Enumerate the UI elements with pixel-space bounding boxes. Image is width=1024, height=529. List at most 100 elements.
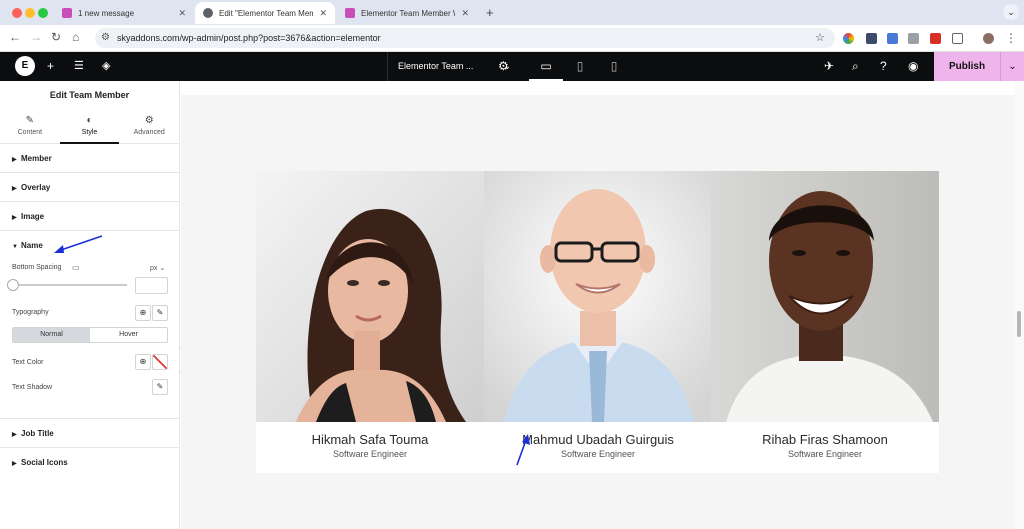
- browser-address-bar: ← → ↻ ⌂ ⚙ skyaddons.com/wp-admin/post.ph…: [0, 25, 1024, 52]
- scrollbar-thumb[interactable]: [1017, 311, 1021, 337]
- site-settings-icon[interactable]: ⚙: [101, 28, 110, 48]
- help-icon[interactable]: ?: [880, 59, 887, 73]
- site-favicon-icon: [62, 8, 72, 18]
- annotation-arrow-icon: [516, 434, 530, 466]
- site-settings-sliders-icon[interactable]: ☰: [74, 59, 84, 72]
- tab-search-chevron-icon[interactable]: ⌄: [1003, 4, 1019, 20]
- section-label: Social Icons: [21, 458, 68, 467]
- bookmark-star-icon[interactable]: ☆: [815, 28, 825, 48]
- desktop-view-icon[interactable]: ▭: [529, 52, 563, 81]
- color-picker-swatch[interactable]: [152, 354, 168, 370]
- bottom-spacing-slider-track[interactable]: [12, 284, 127, 286]
- section-job-title[interactable]: ▶ Job Title: [0, 419, 179, 448]
- section-label: Overlay: [21, 183, 51, 192]
- tab-title: Edit "Elementor Team Member: [219, 8, 314, 18]
- tablet-view-icon[interactable]: ▯: [563, 52, 597, 81]
- tab-label: Style: [81, 129, 98, 136]
- typography-label: Typography: [12, 309, 49, 316]
- state-hover-button[interactable]: Hover: [90, 328, 167, 342]
- elementor-top-bar: E + ☰ ◈ Elementor Team ... ⌄ ⚙ ▭ ▯ ▯ ✈ ⌕…: [0, 52, 1024, 81]
- structure-layers-icon[interactable]: ◈: [102, 59, 110, 72]
- forward-arrow-icon[interactable]: →: [30, 30, 42, 44]
- search-icon[interactable]: ⌕: [852, 59, 859, 74]
- tab-advanced[interactable]: ⚙ Advanced: [119, 109, 179, 143]
- add-element-icon[interactable]: +: [47, 59, 54, 73]
- member-photo: [711, 171, 939, 422]
- state-normal-button[interactable]: Normal: [13, 328, 90, 342]
- browser-tab-edit-team-member[interactable]: Edit "Elementor Team Member ✕: [195, 2, 335, 24]
- site-favicon-icon: [345, 8, 355, 18]
- team-member-card[interactable]: Mahmud Ubadah Guirguis Software Engineer: [484, 171, 712, 473]
- tab-style[interactable]: ◐ Style: [59, 109, 120, 144]
- member-job-title: Software Engineer: [787, 449, 863, 459]
- section-label: Member: [21, 154, 52, 163]
- global-color-globe-icon[interactable]: ⊕: [135, 354, 151, 370]
- pencil-icon: ✎: [25, 115, 35, 126]
- maximize-window-button[interactable]: [38, 8, 48, 18]
- new-tab-button[interactable]: +: [486, 5, 494, 20]
- profile-avatar[interactable]: [983, 33, 994, 44]
- browser-tab-widget[interactable]: Elementor Team Member Wid ✕: [337, 2, 477, 24]
- gear-icon: ⚙: [144, 115, 154, 126]
- document-title: Elementor Team ...: [398, 61, 474, 71]
- browser-tab-messages[interactable]: 1 new message ✕: [54, 2, 194, 24]
- member-name[interactable]: Hikmah Safa Touma: [256, 432, 484, 447]
- close-window-button[interactable]: [12, 8, 22, 18]
- section-label: Job Title: [21, 429, 54, 438]
- section-label: Name: [21, 241, 43, 250]
- publish-options-chevron-icon[interactable]: ⌄: [1000, 52, 1024, 81]
- close-tab-icon[interactable]: ✕: [319, 8, 327, 19]
- caret-right-icon: ▶: [12, 186, 17, 192]
- url-field[interactable]: ⚙ skyaddons.com/wp-admin/post.php?post=3…: [95, 28, 835, 48]
- close-tab-icon[interactable]: ✕: [461, 8, 469, 19]
- tab-title: Elementor Team Member Wid: [361, 8, 455, 18]
- bottom-spacing-slider-handle[interactable]: [7, 279, 19, 291]
- edit-text-shadow-pencil-icon[interactable]: ✎: [152, 379, 168, 395]
- minimize-window-button[interactable]: [25, 8, 35, 18]
- team-member-card[interactable]: Rihab Firas Shamoon Software Engineer: [711, 171, 939, 473]
- member-photo: [484, 171, 712, 422]
- edit-typography-pencil-icon[interactable]: ✎: [152, 305, 168, 321]
- canvas-scrollbar[interactable]: [1014, 81, 1024, 529]
- publish-button[interactable]: Publish: [934, 52, 1000, 81]
- preview-canvas: Hikmah Safa Touma Software Engineer Mahm…: [181, 81, 1014, 529]
- translate-extension-icon[interactable]: [887, 33, 898, 44]
- section-overlay[interactable]: ▶ Overlay: [0, 173, 179, 202]
- browser-menu-icon[interactable]: ⋮: [1005, 31, 1017, 45]
- reload-icon[interactable]: ↻: [51, 30, 61, 44]
- tab-content[interactable]: ✎ Content: [0, 109, 60, 143]
- puzzle-extensions-icon[interactable]: [952, 33, 963, 44]
- global-typography-globe-icon[interactable]: ⊕: [135, 305, 151, 321]
- section-name-expanded: ▼ Name Bottom Spacing ▭ px ⌄ Typography ⊕…: [0, 231, 179, 419]
- responsive-desktop-icon[interactable]: ▭: [72, 263, 80, 272]
- annotation-arrow-icon: [54, 235, 103, 253]
- whats-new-rocket-icon[interactable]: ✈: [824, 59, 834, 73]
- mobile-view-icon[interactable]: ▯: [597, 52, 631, 81]
- section-image[interactable]: ▶ Image: [0, 202, 179, 231]
- bottom-spacing-input[interactable]: [135, 277, 168, 294]
- caret-down-icon: ▼: [12, 244, 18, 250]
- panel-title: Edit Team Member: [49, 90, 130, 100]
- page-section: Hikmah Safa Touma Software Engineer Mahm…: [181, 95, 1014, 529]
- page-settings-gear-icon[interactable]: ⚙: [498, 59, 509, 73]
- caret-right-icon: ▶: [12, 432, 17, 438]
- text-shadow-label: Text Shadow: [12, 384, 53, 391]
- half-circle-icon: ◐: [86, 115, 93, 126]
- vivaldi-extension-icon[interactable]: [930, 33, 941, 44]
- elementor-logo-icon[interactable]: E: [15, 56, 35, 76]
- close-tab-icon[interactable]: ✕: [178, 8, 186, 19]
- section-member[interactable]: ▶ Member: [0, 144, 179, 173]
- extension-icon[interactable]: [843, 33, 854, 44]
- team-member-card[interactable]: Hikmah Safa Touma Software Engineer: [256, 171, 484, 473]
- home-icon[interactable]: ⌂: [72, 30, 79, 44]
- unit-value: px: [150, 265, 158, 272]
- section-social-icons[interactable]: ▶ Social Icons: [0, 448, 179, 477]
- extension-icon[interactable]: [908, 33, 919, 44]
- shield-extension-icon[interactable]: [866, 33, 877, 44]
- member-name[interactable]: Rihab Firas Shamoon: [711, 432, 939, 447]
- tab-label: Content: [17, 129, 43, 136]
- text-color-label: Text Color: [12, 359, 44, 366]
- unit-selector[interactable]: px ⌄: [150, 264, 165, 272]
- preview-eye-icon[interactable]: ◉: [908, 59, 918, 73]
- back-arrow-icon[interactable]: ←: [9, 30, 21, 44]
